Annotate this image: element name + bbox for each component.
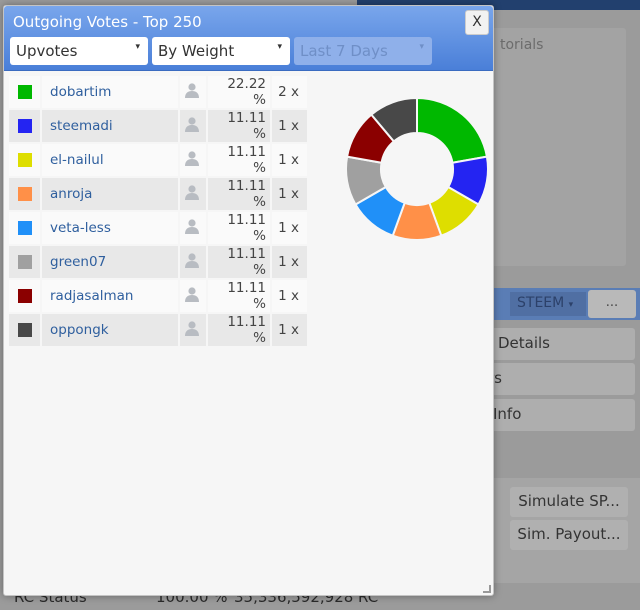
vote-percent: 22.22 % <box>208 76 270 108</box>
currency-select[interactable]: STEEM ▾ <box>510 292 586 316</box>
caret-icon: ▾ <box>419 42 424 52</box>
table-row: green07 11.11 % 1 x <box>9 246 307 278</box>
outgoing-votes-dialog: Outgoing Votes - Top 250 X Upvotes ▾ By W… <box>3 5 494 596</box>
user-icon[interactable] <box>180 280 206 312</box>
period-select[interactable]: Last 7 Days ▾ <box>294 37 432 65</box>
vote-count: 1 x <box>272 246 307 278</box>
vote-percent: 11.11 % <box>208 246 270 278</box>
sim-payout-button[interactable]: Sim. Payout... <box>510 520 628 550</box>
dialog-header[interactable]: Outgoing Votes - Top 250 X Upvotes ▾ By W… <box>4 6 493 71</box>
user-icon[interactable] <box>180 212 206 244</box>
dialog-title: Outgoing Votes - Top 250 <box>13 13 202 31</box>
votes-donut-chart <box>345 96 489 241</box>
vote-type-value: Upvotes <box>16 42 78 60</box>
user-icon[interactable] <box>180 144 206 176</box>
vote-percent: 11.11 % <box>208 280 270 312</box>
period-value: Last 7 Days <box>300 42 388 60</box>
color-swatch <box>17 289 32 303</box>
table-row: veta-less 11.11 % 1 x <box>9 212 307 244</box>
side-button-2[interactable]: rs <box>470 363 635 395</box>
vote-count: 1 x <box>272 144 307 176</box>
vote-percent: 11.11 % <box>208 314 270 346</box>
account-link[interactable]: el-nailul <box>42 144 178 176</box>
table-row: anroja 11.11 % 1 x <box>9 178 307 210</box>
info-button[interactable]: Info <box>470 399 635 431</box>
vote-count: 1 x <box>272 178 307 210</box>
user-icon[interactable] <box>180 246 206 278</box>
color-cell <box>9 212 40 244</box>
color-swatch <box>17 221 32 235</box>
account-link[interactable]: veta-less <box>42 212 178 244</box>
sort-select[interactable]: By Weight ▾ <box>152 37 290 65</box>
color-cell <box>9 76 40 108</box>
resize-handle[interactable] <box>483 585 491 593</box>
vote-count: 2 x <box>272 76 307 108</box>
color-swatch <box>17 119 32 133</box>
sort-value: By Weight <box>158 42 235 60</box>
vote-count: 1 x <box>272 110 307 142</box>
color-swatch <box>17 85 32 99</box>
account-link[interactable]: oppongk <box>42 314 178 346</box>
account-link[interactable]: anroja <box>42 178 178 210</box>
table-row: steemadi 11.11 % 1 x <box>9 110 307 142</box>
color-swatch <box>17 255 32 269</box>
color-cell <box>9 178 40 210</box>
color-cell <box>9 314 40 346</box>
more-button[interactable]: ... <box>588 290 636 318</box>
table-row: el-nailul 11.11 % 1 x <box>9 144 307 176</box>
table-row: oppongk 11.11 % 1 x <box>9 314 307 346</box>
account-link[interactable]: steemadi <box>42 110 178 142</box>
donut-slice-dobartim <box>416 96 489 164</box>
vote-count: 1 x <box>272 314 307 346</box>
table-row: dobartim 22.22 % 2 x <box>9 76 307 108</box>
simulate-sp-button[interactable]: Simulate SP... <box>510 487 628 517</box>
user-icon[interactable] <box>180 76 206 108</box>
caret-icon: ▾ <box>277 42 282 52</box>
account-link[interactable]: green07 <box>42 246 178 278</box>
user-icon[interactable] <box>180 110 206 142</box>
vote-percent: 11.11 % <box>208 144 270 176</box>
caret-icon: ▾ <box>568 300 574 310</box>
color-swatch <box>17 153 32 167</box>
user-icon[interactable] <box>180 178 206 210</box>
side-panel <box>480 28 626 266</box>
vote-count: 1 x <box>272 212 307 244</box>
account-link[interactable]: dobartim <box>42 76 178 108</box>
caret-icon: ▾ <box>135 42 140 52</box>
vote-percent: 11.11 % <box>208 110 270 142</box>
account-link[interactable]: radjasalman <box>42 280 178 312</box>
vote-count: 1 x <box>272 280 307 312</box>
vote-type-select[interactable]: Upvotes ▾ <box>10 37 148 65</box>
color-swatch <box>17 187 32 201</box>
details-button[interactable]: Details <box>470 328 635 360</box>
vote-percent: 11.11 % <box>208 178 270 210</box>
color-swatch <box>17 323 32 337</box>
votes-table: dobartim 22.22 % 2 x steemadi 11.11 % 1 … <box>7 74 309 348</box>
color-cell <box>9 110 40 142</box>
color-cell <box>9 144 40 176</box>
close-button[interactable]: X <box>465 10 489 35</box>
color-cell <box>9 246 40 278</box>
currency-value: STEEM <box>517 295 565 311</box>
color-cell <box>9 280 40 312</box>
tutorials-tab[interactable]: torials <box>500 37 543 53</box>
table-row: radjasalman 11.11 % 1 x <box>9 280 307 312</box>
vote-percent: 11.11 % <box>208 212 270 244</box>
user-icon[interactable] <box>180 314 206 346</box>
